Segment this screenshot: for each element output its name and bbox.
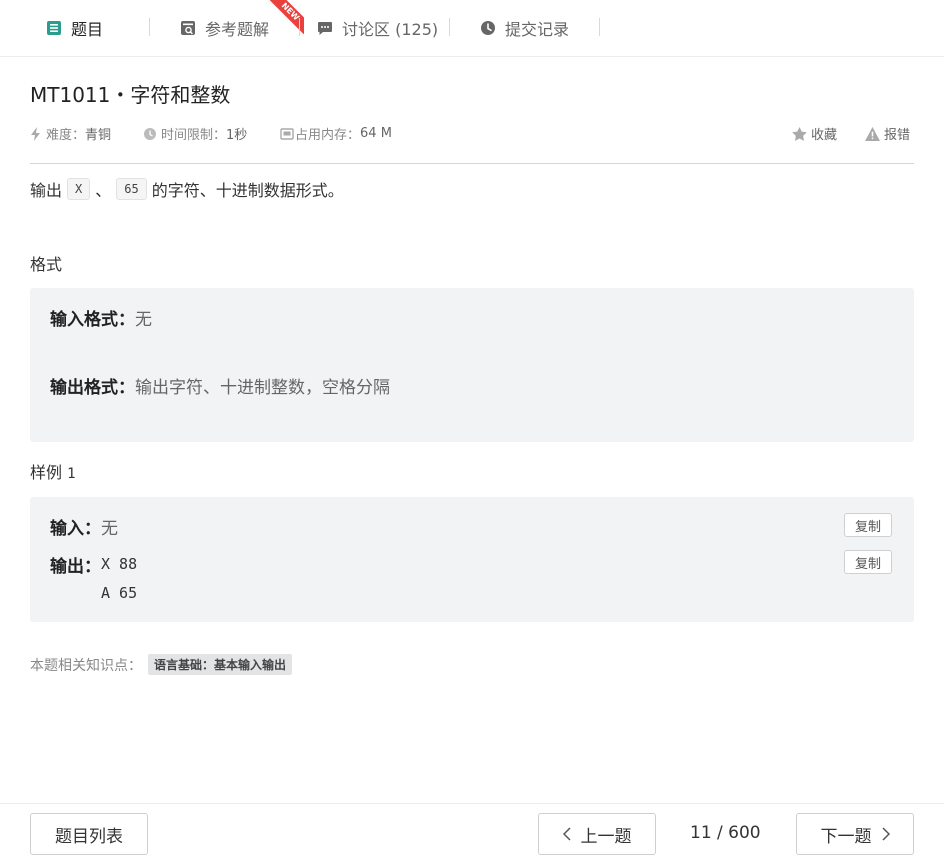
sample-input-value: 无 [101,519,118,539]
output-format-label: 输出格式： [50,378,135,398]
copy-input-button[interactable]: 复制 [844,513,892,537]
next-problem-button[interactable]: 下一题 [796,813,914,855]
description-text: 的字符、十进制数据形式。 [151,181,344,200]
format-heading: 格式 [30,255,63,274]
sample-output-label: 输出： [50,557,101,577]
sample-output-line: A 65 [101,584,138,602]
favorite-button[interactable]: 收藏 [792,124,837,143]
memory-label: 占用内存： [295,128,361,143]
clock-icon [143,127,157,141]
tab-solutions-label: 参考题解 [205,20,270,39]
tab-discussion-label: 讨论区 (125) [342,20,439,39]
chevron-right-icon [881,827,890,841]
solution-icon [180,20,196,36]
tab-problem-label: 题目 [71,20,104,39]
clock-icon [480,20,496,36]
divider [30,163,914,164]
footer-bar: 题目列表 上一题 11 / 600 下一题 [0,803,944,864]
tab-submissions-label: 提交记录 [505,20,570,39]
tab-divider [149,18,150,36]
description-text: 输出 [30,181,63,200]
memory-value: 64 M [360,126,392,141]
next-label: 下一题 [820,826,872,847]
knowledge-points: 本题相关知识点： 语言基础：基本输入输出 [30,654,293,675]
tab-discussion[interactable]: 讨论区 (125) [317,0,438,56]
inline-code: 65 [116,178,147,200]
description-text: 、 [95,181,112,200]
lightning-icon [30,126,42,141]
input-format: 输入格式：无 [50,305,152,330]
tab-solutions[interactable]: 参考题解 [180,0,269,56]
input-format-value: 无 [135,310,152,330]
chat-icon [317,20,333,36]
sample-input-label: 输入： [50,519,101,539]
sample-output-line: X 88 [101,555,138,573]
sample-heading: 样例 1 [30,459,76,483]
tab-divider [449,18,450,36]
sample-input: 输入：无 [50,514,118,539]
warning-icon [865,126,880,141]
output-format: 输出格式：输出字符、十进制整数，空格分隔 [50,373,390,398]
problem-title: MT1011・字符和整数 [30,83,231,107]
sample-number: 1 [67,466,76,482]
time-limit-label: 时间限制： [161,128,227,143]
knowledge-label: 本题相关知识点： [30,657,142,674]
problem-list-button[interactable]: 题目列表 [30,813,148,855]
copy-output-button[interactable]: 复制 [844,550,892,574]
sample-heading-label: 样例 [30,463,63,482]
tab-submissions[interactable]: 提交记录 [480,0,569,56]
sample-output: 输出： [50,552,101,577]
prev-problem-button[interactable]: 上一题 [538,813,656,855]
report-label: 报错 [884,128,911,143]
knowledge-tag[interactable]: 语言基础：基本输入输出 [148,654,293,675]
problem-tabs: 题目 参考题解 NEW 讨论区 (125) 提交记录 [0,0,944,57]
page-indicator: 11 / 600 [690,823,761,843]
sample-box: 输入：无 复制 输出： X 88 A 65 复制 [30,497,914,622]
problem-description: 输出 X 、 65 的字符、十进制数据形式。 [30,177,344,201]
difficulty-value: 青铜 [85,128,112,143]
tab-divider [299,18,300,36]
prev-label: 上一题 [580,826,632,847]
output-format-value: 输出字符、十进制整数，空格分隔 [135,378,390,398]
time-limit-meta: 时间限制： 1秒 [143,124,247,143]
favorite-label: 收藏 [811,128,838,143]
memory-meta: 占用内存： 64 M [280,124,392,143]
chevron-left-icon [562,827,571,841]
tab-problem[interactable]: 题目 [46,0,103,56]
tab-divider [599,18,600,36]
time-limit-value: 1秒 [226,128,248,143]
input-format-label: 输入格式： [50,310,135,330]
format-box: 输入格式：无 输出格式：输出字符、十进制整数，空格分隔 [30,288,914,442]
difficulty-meta: 难度： 青铜 [30,124,111,143]
star-icon [792,126,807,141]
list-icon [46,20,62,36]
difficulty-label: 难度： [46,128,86,143]
report-button[interactable]: 报错 [865,124,910,143]
memory-icon [280,127,294,141]
inline-code: X [67,178,91,200]
